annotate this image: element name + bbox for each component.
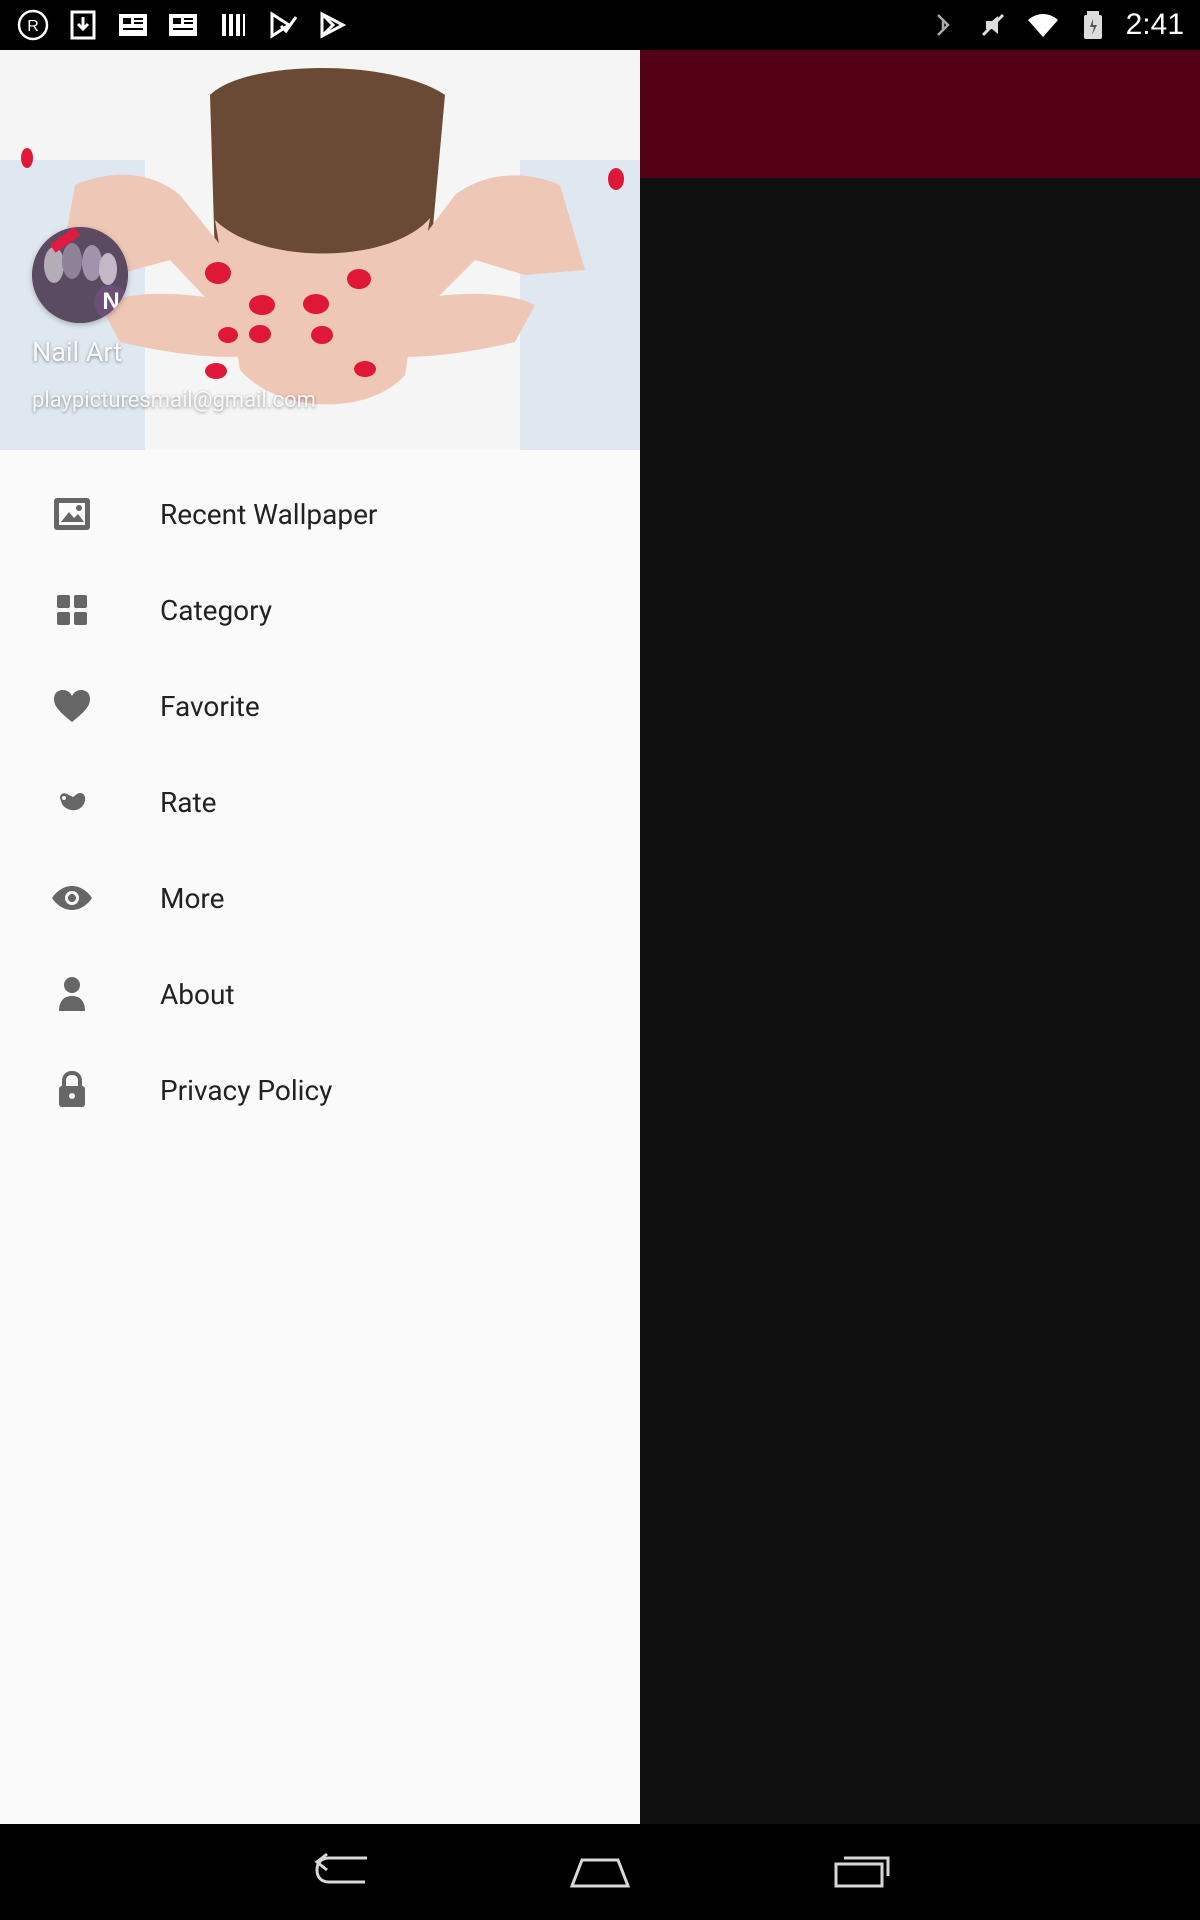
recent-apps-button[interactable] (818, 1844, 898, 1900)
status-time: 2:41 (1125, 8, 1184, 41)
image-icon (50, 492, 94, 536)
grid-icon (50, 588, 94, 632)
play-check-icon (266, 8, 300, 42)
lock-icon (50, 1068, 94, 1112)
status-right-icons: 2:41 (926, 8, 1184, 42)
news-icon (116, 8, 150, 42)
profile-avatar: N (32, 227, 128, 323)
drawer-header: N Nail Art playpicturesmail@gmail.com (0, 50, 640, 450)
download-icon (66, 8, 100, 42)
menu-item-about[interactable]: About (0, 946, 640, 1042)
profile-name: Nail Art (32, 336, 123, 368)
profile-email: playpicturesmail@gmail.com (32, 388, 316, 413)
app-toolbar (640, 50, 1200, 178)
heart-icon (50, 684, 94, 728)
rate-icon (50, 780, 94, 824)
drawer-menu: Recent Wallpaper Category Favorite Rate … (0, 466, 640, 1138)
menu-label-privacy-policy: Privacy Policy (160, 1073, 333, 1107)
play-store-icon (316, 8, 350, 42)
app-screen: R 2:41 N Nail Art playpicturesmail@gmail… (0, 0, 1200, 1920)
menu-item-privacy-policy[interactable]: Privacy Policy (0, 1042, 640, 1138)
menu-label-more: More (160, 881, 225, 915)
menu-label-favorite: Favorite (160, 689, 260, 723)
menu-label-rate: Rate (160, 785, 217, 819)
menu-item-rate[interactable]: Rate (0, 754, 640, 850)
registered-icon: R (16, 8, 50, 42)
avatar-badge: N (94, 285, 128, 319)
mute-icon (976, 8, 1010, 42)
home-button[interactable] (560, 1844, 640, 1900)
wifi-icon (1026, 8, 1060, 42)
eye-icon (50, 876, 94, 920)
person-icon (50, 972, 94, 1016)
back-button[interactable] (305, 1844, 385, 1900)
menu-label-category: Category (160, 593, 273, 627)
svg-text:R: R (27, 18, 39, 35)
bluetooth-icon (926, 8, 960, 42)
menu-item-recent-wallpaper[interactable]: Recent Wallpaper (0, 466, 640, 562)
menu-item-more[interactable]: More (0, 850, 640, 946)
menu-label-about: About (160, 977, 235, 1011)
system-navigation-bar (0, 1824, 1200, 1920)
menu-item-category[interactable]: Category (0, 562, 640, 658)
navigation-drawer: N Nail Art playpicturesmail@gmail.com Re… (0, 50, 640, 1824)
menu-item-favorite[interactable]: Favorite (0, 658, 640, 754)
status-bar: R 2:41 (0, 0, 1200, 50)
newsstand-icon (166, 8, 200, 42)
menu-label-recent-wallpaper: Recent Wallpaper (160, 497, 378, 531)
status-left-icons: R (16, 8, 350, 42)
content-scrim[interactable] (640, 178, 1200, 1824)
battery-icon (1076, 8, 1110, 42)
library-icon (216, 8, 250, 42)
